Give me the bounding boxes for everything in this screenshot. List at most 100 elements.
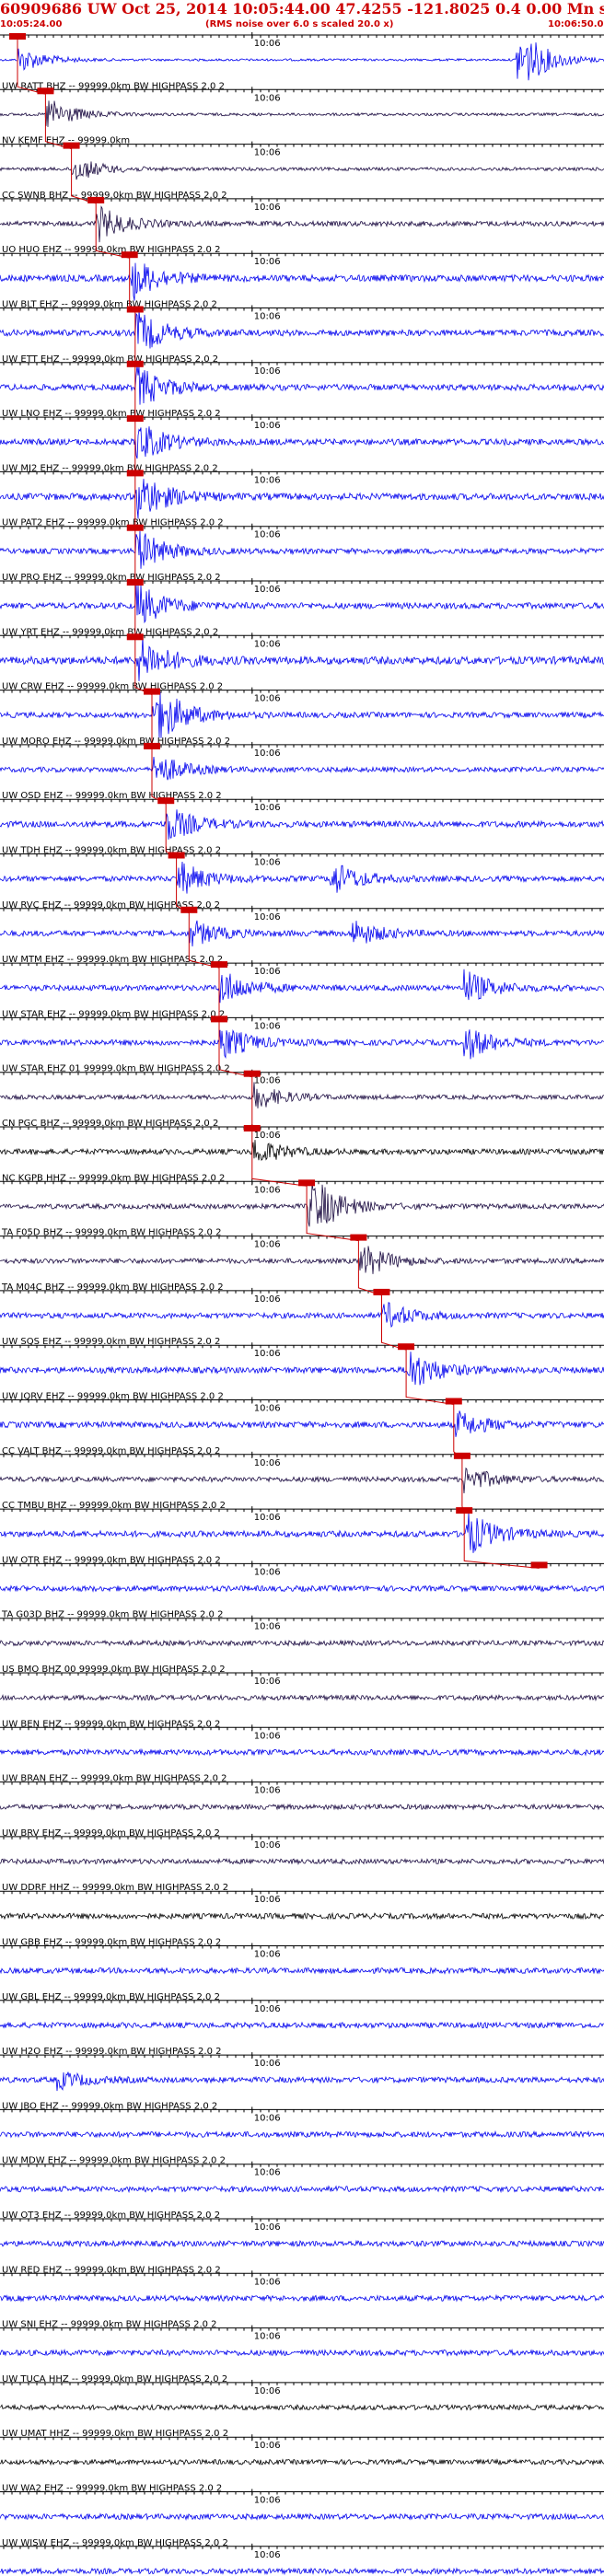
station-label: TA M04C BHZ -- 99999.0km BW HIGHPASS 2.0… (1, 1282, 224, 1293)
station-panel: 10:06 UW PAT2 EHZ -- 99999.0km BW HIGHPAS… (0, 518, 604, 569)
station-panel: 10:06 UW MORO EHZ -- 99999.0km BW HIGHPAS… (0, 737, 604, 781)
tick-label: 10:06 (254, 1513, 281, 1523)
station-label: UW RATT BHZ -- 99999.0km BW HIGHPASS 2.0… (2, 81, 225, 91)
tick-label: 10:06 (254, 148, 281, 158)
waveform (0, 2349, 604, 2358)
tick-label: 10:06 (254, 2168, 281, 2178)
station-label: CC VALT BHZ -- 99999.0km BW HIGHPASS 2.0… (2, 1446, 220, 1456)
station-label: UW JQRV EHZ -- 99999.0km BW HIGHPASS 2.0… (2, 1392, 224, 1402)
waveform (0, 530, 604, 569)
station-panel: 10:06 TA G03D BHZ -- 99999.0km BW HIGHPAS… (0, 1610, 604, 1647)
pick-marker (9, 33, 27, 40)
waveform (0, 1803, 604, 1811)
station-panel: 10:06 UW RATT BHZ -- 99999.0km BW HIGHPAS… (0, 81, 604, 127)
waveform (0, 1028, 604, 1060)
station-panel: 10:06 UW BRAN EHZ -- 99999.0km BW HIGHPAS… (0, 1774, 604, 1811)
tick-label: 10:06 (254, 748, 281, 759)
waveform (0, 100, 604, 127)
station-label: UW MJ2 EHZ -- 99999.0km BW HIGHPASS 2.0 … (2, 463, 218, 473)
station-label: UW PAT2 EHZ -- 99999.0km BW HIGHPASS 2.0… (2, 518, 224, 528)
station-panel: 10:06UW RVC EHZ -- 99999.0km BW HIGHPASS… (0, 900, 604, 947)
waveform (0, 479, 604, 519)
waveform (0, 1352, 604, 1386)
station-label: UW GBB EHZ -- 99999.0km BW HIGHPASS 2.0 … (2, 1938, 221, 1948)
waveform (0, 1967, 604, 1975)
station-panel: 10:06 UW CRW EHZ -- 99999.0km BW HIGHPASS… (0, 682, 604, 738)
station-label: UW H2O EHZ -- 99999.0km BW HIGHPASS 2.0 … (2, 2047, 222, 2057)
trace-panels: 10:06 10:06 UW RATT BHZ -- 99999.0km BW HI… (0, 32, 604, 2576)
station-panel: 10:06 CC VALT BHZ -- 99999.0km BW HIGHPAS… (0, 1446, 604, 1494)
waveform (0, 1639, 604, 1647)
tick-label: 10:06 (254, 93, 281, 103)
tick-label: 10:06 (254, 1677, 281, 1687)
waveform (0, 584, 604, 624)
tick-label: 10:06 (254, 421, 281, 431)
tick-label: 10:06 (254, 2113, 281, 2123)
waveform (0, 920, 604, 947)
pick-marker (168, 852, 185, 859)
tick-label: 10:06 (254, 1950, 281, 1960)
pick-marker (87, 196, 105, 203)
station-panel: 10:06 UW SNI EHZ -- 99999.0km BW HIGHPASS… (0, 2320, 604, 2358)
station-panel: 10:06 UW MDW EHZ -- 99999.0km BW HIGHPASS… (0, 2156, 604, 2194)
station-label: UW STAR EHZ -- 99999.0km BW HIGHPASS 2.0… (2, 1009, 225, 1019)
tick-label: 10:06 (254, 803, 281, 813)
station-panel: 10:06 UW WISW EHZ -- 99999.0km BW HIGHPAS… (0, 2538, 604, 2576)
station-label: UW BRV EHZ -- 99999.0km BW HIGHPASS 2.0 … (2, 1828, 220, 1839)
tick-label: 10:06 (254, 366, 281, 377)
waveform (0, 1747, 604, 1757)
waveform (0, 1182, 604, 1227)
station-label: UW MORO EHZ -- 99999.0km BW HIGHPASS 2.0… (2, 737, 230, 747)
station-panel: 10:06 UW DDRF HHZ -- 99999.0km BW HIGHPAS… (0, 1883, 604, 1920)
tick-label: 10:06 (254, 1895, 281, 1905)
station-panel: 10:06 US BMO BHZ 00 99999.0km BW HIGHPASS… (0, 1665, 604, 1702)
waveform (0, 2512, 604, 2521)
tick-label: 10:06 (254, 2004, 281, 2014)
waveform (0, 1857, 604, 1865)
waveform (0, 1693, 604, 1702)
tick-label: 10:06 (254, 858, 281, 868)
pick-marker (126, 306, 144, 313)
station-panel: 10:06 CN PGC BHZ -- 99999.0km BW HIGHPASS… (0, 1119, 604, 1161)
station-panel: 10:06 UW GBB EHZ -- 99999.0km BW HIGHPASS… (0, 1938, 604, 1975)
tick-label: 10:06 (254, 39, 281, 49)
tick-label: 10:06 (254, 1404, 281, 1414)
station-panel: 10:06UO HUO EHZ -- 99999.0km BW HIGHPASS… (0, 245, 604, 301)
station-label: UW OSD EHZ -- 99999.0km BW HIGHPASS 2.0 … (2, 791, 222, 801)
pick-marker (373, 1288, 390, 1295)
station-label: UW JBO EHZ -- 99999.0km BW HIGHPASS 2.0 … (2, 2101, 217, 2111)
station-panel: 10:06 UW TUCA HHZ -- 99999.0km BW HIGHPAS… (0, 2374, 604, 2411)
station-panel: 10:06 NC KGPB HHZ -- 99999.0km BW HIGHPAS… (0, 1173, 604, 1227)
waveform (0, 161, 604, 180)
waveform (0, 2567, 604, 2576)
station-panel: 10:06 UW MTM EHZ -- 99999.0km BW HIGHPASS… (0, 955, 604, 1004)
station-label: UW LNO EHZ -- 99999.0km BW HIGHPASS 2.0 … (2, 409, 221, 419)
tick-label: 10:06 (254, 1021, 281, 1031)
waveform (0, 861, 604, 894)
tick-label: 10:06 (254, 912, 281, 922)
tick-label: 10:06 (254, 2441, 281, 2451)
waveform (0, 42, 604, 81)
tick-label: 10:06 (254, 257, 281, 267)
station-panel: 10:06 UW GBL EHZ -- 99999.0km BW HIGHPASS… (0, 1992, 604, 2030)
pick-marker (63, 142, 80, 149)
tick-label: 10:06 (254, 639, 281, 649)
station-label: UW MTM EHZ -- 99999.0km BW HIGHPASS 2.0 … (2, 955, 223, 965)
station-label: UW WA2 EHZ -- 99999.0km BW HIGHPASS 2.0 … (2, 2484, 222, 2494)
waveform (0, 426, 604, 459)
station-panel: 10:06 UW MJ2 EHZ -- 99999.0km BW HIGHPASS… (0, 463, 604, 519)
station-label: UW BLT EHZ -- 99999.0km BW HIGHPASS 2.0 … (2, 300, 217, 310)
tick-label: 10:06 (254, 2386, 281, 2396)
station-panel: 10:06 CC TMBU BHZ -- 99999.0km BW HIGHPAS… (0, 1501, 604, 1553)
waveform (0, 2129, 604, 2139)
tick-label: 10:06 (254, 1840, 281, 1851)
station-panel: 10:06 UW RED EHZ -- 99999.0km BW HIGHPASS… (0, 2265, 604, 2303)
station-label: UW TDH EHZ -- 99999.0km BW HIGHPASS 2.0 … (2, 846, 221, 856)
waveform (0, 1140, 604, 1161)
tick-label: 10:06 (254, 1294, 281, 1305)
tick-label: 10:06 (254, 1240, 281, 1250)
waveform (0, 2458, 604, 2466)
tick-label: 10:06 (254, 1567, 281, 1577)
waveform (0, 365, 604, 405)
station-label: UW SQS EHZ -- 99999.0km BW HIGHPASS 2.0 … (2, 1337, 220, 1347)
